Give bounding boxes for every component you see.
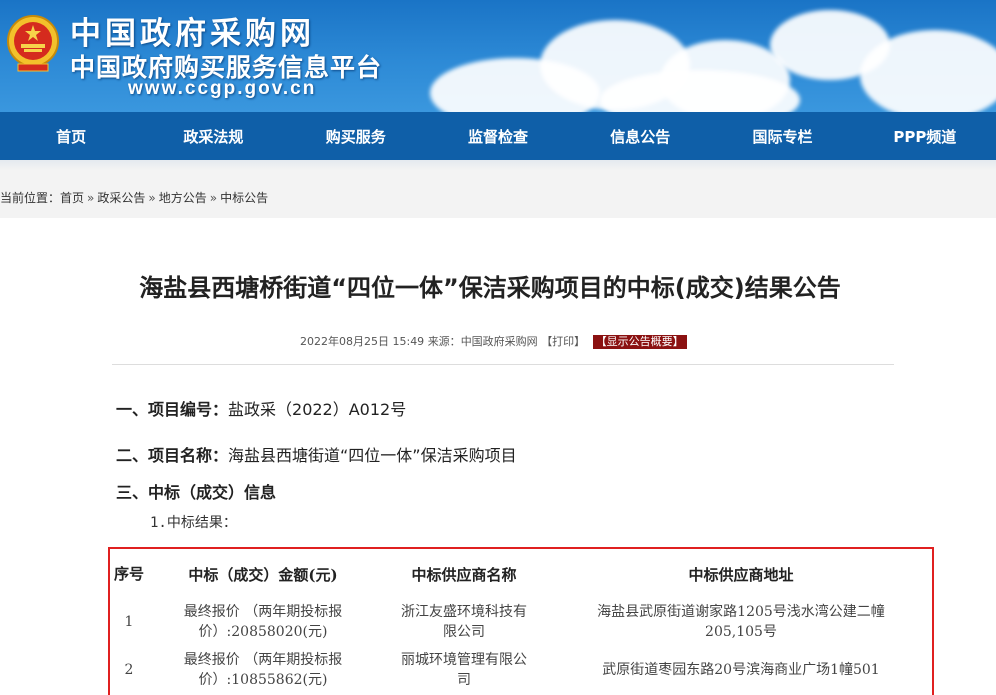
publish-date: 2022年08月25日 15:49: [300, 335, 425, 348]
breadcrumb-bar: 当前位置：首页» 政采公告» 地方公告» 中标公告: [0, 170, 996, 218]
breadcrumb-prefix: 当前位置：: [0, 191, 61, 205]
article-meta: 2022年08月25日 15:49 来源：中国政府采购网 【打印】 【显示公告概…: [300, 333, 687, 349]
row-supplier: 浙江友盛环境科技有限公司: [401, 604, 527, 640]
row-address: 武原街道枣园东路20号滨海商业广场1幢501: [602, 662, 880, 678]
breadcrumb-separator: »: [148, 191, 156, 205]
table-header-row: 序号 中标（成交）金额(元) 中标供应商名称 中标供应商地址: [110, 549, 932, 599]
header-index: 序号: [113, 564, 144, 583]
nav-item-announcements[interactable]: 信息公告: [569, 112, 711, 160]
header-amount: 中标（成交）金额(元): [188, 565, 338, 584]
table-row: 1 最终报价 （两年期投标报价）:20858020(元) 浙江友盛环境科技有限公…: [110, 599, 932, 645]
header-supplier: 中标供应商名称: [411, 565, 517, 584]
project-number-label: 一、项目编号：: [116, 400, 229, 419]
project-number: 一、项目编号：盐政采（2022）A012号: [116, 396, 406, 420]
row-supplier: 丽城环境管理有限公司: [401, 652, 527, 688]
breadcrumb-separator: »: [209, 191, 218, 205]
row-amount: 最终报价 （两年期投标报价）:10855862(元): [183, 652, 343, 688]
header-address: 中标供应商地址: [688, 565, 794, 584]
row-address: 海盐县武原街道谢家路1205号浅水湾公建二幢205,105号: [597, 604, 885, 640]
nav-item-ppp[interactable]: PPP频道: [854, 112, 996, 160]
project-number-value: 盐政采（2022）A012号: [228, 400, 407, 419]
row-index: 1: [124, 614, 134, 630]
award-info-heading: 三、中标（成交）信息: [116, 479, 276, 503]
breadcrumb-local-notices[interactable]: 地方公告: [159, 191, 207, 205]
show-summary-button[interactable]: 【显示公告概要】: [592, 335, 687, 349]
breadcrumb-separator: »: [87, 191, 95, 205]
breadcrumb-home[interactable]: 首页: [60, 191, 84, 205]
row-index: 2: [124, 662, 134, 678]
row-amount: 最终报价 （两年期投标报价）:20858020(元): [183, 604, 343, 640]
main-nav: 首页 政采法规 购买服务 监督检查 信息公告 国际专栏 PPP频道: [0, 112, 996, 160]
award-result-subheading: 1.中标结果：: [150, 515, 237, 531]
nav-item-home[interactable]: 首页: [0, 112, 142, 160]
nav-item-supervision[interactable]: 监督检查: [427, 112, 569, 160]
source-label: 来源：: [427, 335, 461, 348]
site-header-banner: 中国政府采购网 中国政府购买服务信息平台 www.ccgp.gov.cn: [0, 0, 996, 112]
breadcrumb-procurement-notices[interactable]: 政采公告: [97, 191, 145, 205]
nav-item-purchase-services[interactable]: 购买服务: [285, 112, 427, 160]
print-link[interactable]: 【打印】: [541, 335, 585, 348]
nav-item-international[interactable]: 国际专栏: [711, 112, 853, 160]
award-result-table: 序号 中标（成交）金额(元) 中标供应商名称 中标供应商地址 1 最终报价 （两…: [108, 547, 934, 695]
divider: [112, 364, 894, 365]
project-name-value: 海盐县西塘街道“四位一体”保洁采购项目: [228, 446, 517, 465]
breadcrumb-award-notices[interactable]: 中标公告: [220, 191, 268, 205]
nav-item-regulations[interactable]: 政采法规: [142, 112, 284, 160]
project-name: 二、项目名称：海盐县西塘街道“四位一体”保洁采购项目: [116, 442, 517, 466]
table-row: 2 最终报价 （两年期投标报价）:10855862(元) 丽城环境管理有限公司 …: [110, 647, 932, 693]
project-name-label: 二、项目名称：: [116, 446, 229, 465]
site-url: www.ccgp.gov.cn: [128, 78, 317, 99]
source-name: 中国政府采购网: [460, 335, 538, 348]
award-info-label: 三、中标（成交）信息: [116, 483, 277, 502]
site-name: 中国政府采购网: [70, 16, 315, 52]
page-title: 海盐县西塘桥街道“四位一体”保洁采购项目的中标(成交)结果公告: [139, 274, 841, 302]
national-emblem-icon: [7, 15, 59, 72]
nav-shadow: [0, 160, 996, 170]
breadcrumb: 当前位置：首页» 政采公告» 地方公告» 中标公告: [0, 189, 268, 206]
